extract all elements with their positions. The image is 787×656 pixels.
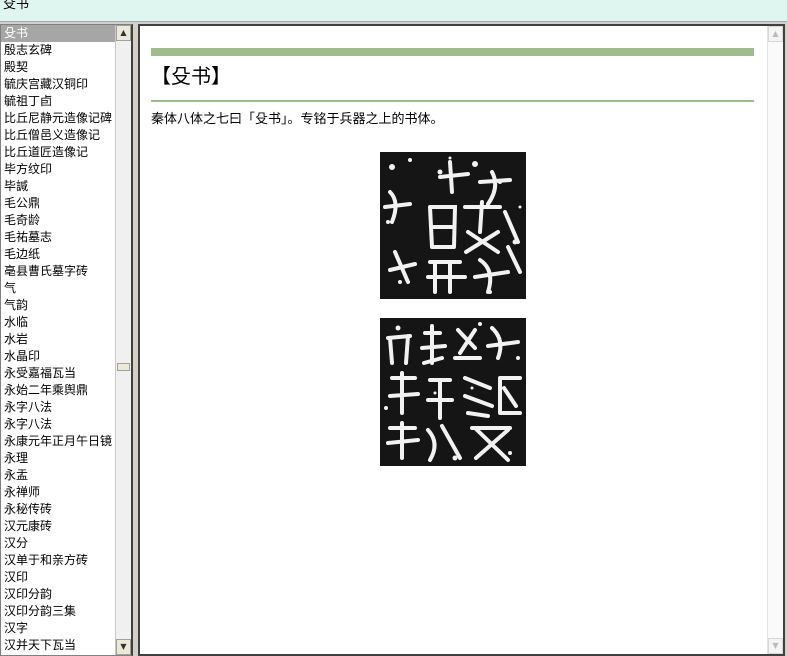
list-item[interactable]: 殿契 (1, 59, 116, 76)
list-item[interactable]: 毛公鼎 (1, 195, 116, 212)
list-item[interactable]: 毕諴 (1, 178, 116, 195)
list-item[interactable]: 比丘僧邑义造像记 (1, 127, 116, 144)
list-item[interactable]: 永秘传砖 (1, 501, 116, 518)
list-item[interactable]: 殳书 (1, 25, 116, 42)
list-item[interactable]: 汉印分韵 (1, 586, 116, 603)
rubbing-image-bottom (380, 318, 526, 466)
list-item[interactable]: 永理 (1, 450, 116, 467)
list-item[interactable]: 毓庆宫藏汉铜印 (1, 76, 116, 93)
list-item[interactable]: 气 (1, 280, 116, 297)
list-item[interactable]: 毕方纹印 (1, 161, 116, 178)
entry-list[interactable]: 殳书 殷志玄碑 殿契 毓庆宫藏汉铜印 毓祖丁卣 比丘尼静元造像记碑 比丘僧邑义造像记 比丘道匠… (1, 25, 116, 655)
header-divider (151, 100, 754, 102)
list-item[interactable]: 气韵 (1, 297, 116, 314)
list-item[interactable]: 水岩 (1, 331, 116, 348)
list-item[interactable]: 比丘道匠造像记 (1, 144, 116, 161)
rubbing-image-top (380, 152, 526, 299)
scroll-up-icon[interactable]: ▲ (116, 25, 131, 41)
article-scroll-down-icon[interactable]: ▼ (768, 638, 783, 654)
entry-list-panel: 殳书 殷志玄碑 殿契 毓庆宫藏汉铜印 毓祖丁卣 比丘尼静元造像记碑 比丘僧邑义造像记 比丘道匠… (0, 24, 133, 656)
list-item[interactable]: 汉字 (1, 620, 116, 637)
list-item[interactable]: 汉元康砖 (1, 518, 116, 535)
list-item[interactable]: 水临 (1, 314, 116, 331)
list-item[interactable]: 殷志玄碑 (1, 42, 116, 59)
article-title: 【殳书】 (151, 64, 231, 88)
article-panel: 【殳书】 秦体八体之七曰「殳书」。专铭于兵器之上的书体。 ▲ ▼ (138, 24, 785, 656)
list-item[interactable]: 永盂 (1, 467, 116, 484)
list-item[interactable]: 汉印 (1, 569, 116, 586)
article-scrollbar[interactable]: ▲ ▼ (767, 26, 783, 654)
list-item[interactable]: 汉分 (1, 535, 116, 552)
list-item[interactable]: 永受嘉福瓦当 (1, 365, 116, 382)
header-accent-bar (151, 48, 754, 56)
list-item[interactable]: 毓祖丁卣 (1, 93, 116, 110)
list-item[interactable]: 比丘尼静元造像记碑 (1, 110, 116, 127)
list-item[interactable]: 永始二年乘舆鼎 (1, 382, 116, 399)
list-item[interactable]: 毛奇龄 (1, 212, 116, 229)
scroll-thumb[interactable] (117, 363, 130, 371)
list-item[interactable]: 永康元年正月午日镜 (1, 433, 116, 450)
window-title-bar: 殳书 (0, 0, 787, 22)
list-item[interactable]: 永字八法 (1, 416, 116, 433)
list-item[interactable]: 毛祐墓志 (1, 229, 116, 246)
list-item[interactable]: 毛边纸 (1, 246, 116, 263)
scroll-down-icon[interactable]: ▼ (116, 639, 131, 655)
article-scroll-up-icon[interactable]: ▲ (768, 26, 783, 42)
article-description: 秦体八体之七曰「殳书」。专铭于兵器之上的书体。 (151, 112, 444, 127)
list-item[interactable]: 永字八法 (1, 399, 116, 416)
list-item[interactable]: 汉单于和亲方砖 (1, 552, 116, 569)
list-item[interactable]: 汉印分韵三集 (1, 603, 116, 620)
list-item[interactable]: 水晶印 (1, 348, 116, 365)
list-scrollbar[interactable]: ▲ ▼ (115, 25, 131, 655)
list-item[interactable]: 亳县曹氏墓字砖 (1, 263, 116, 280)
list-item[interactable]: 永禅师 (1, 484, 116, 501)
list-item[interactable]: 汉并天下瓦当 (1, 637, 116, 654)
window-title: 殳书 (3, 0, 30, 12)
